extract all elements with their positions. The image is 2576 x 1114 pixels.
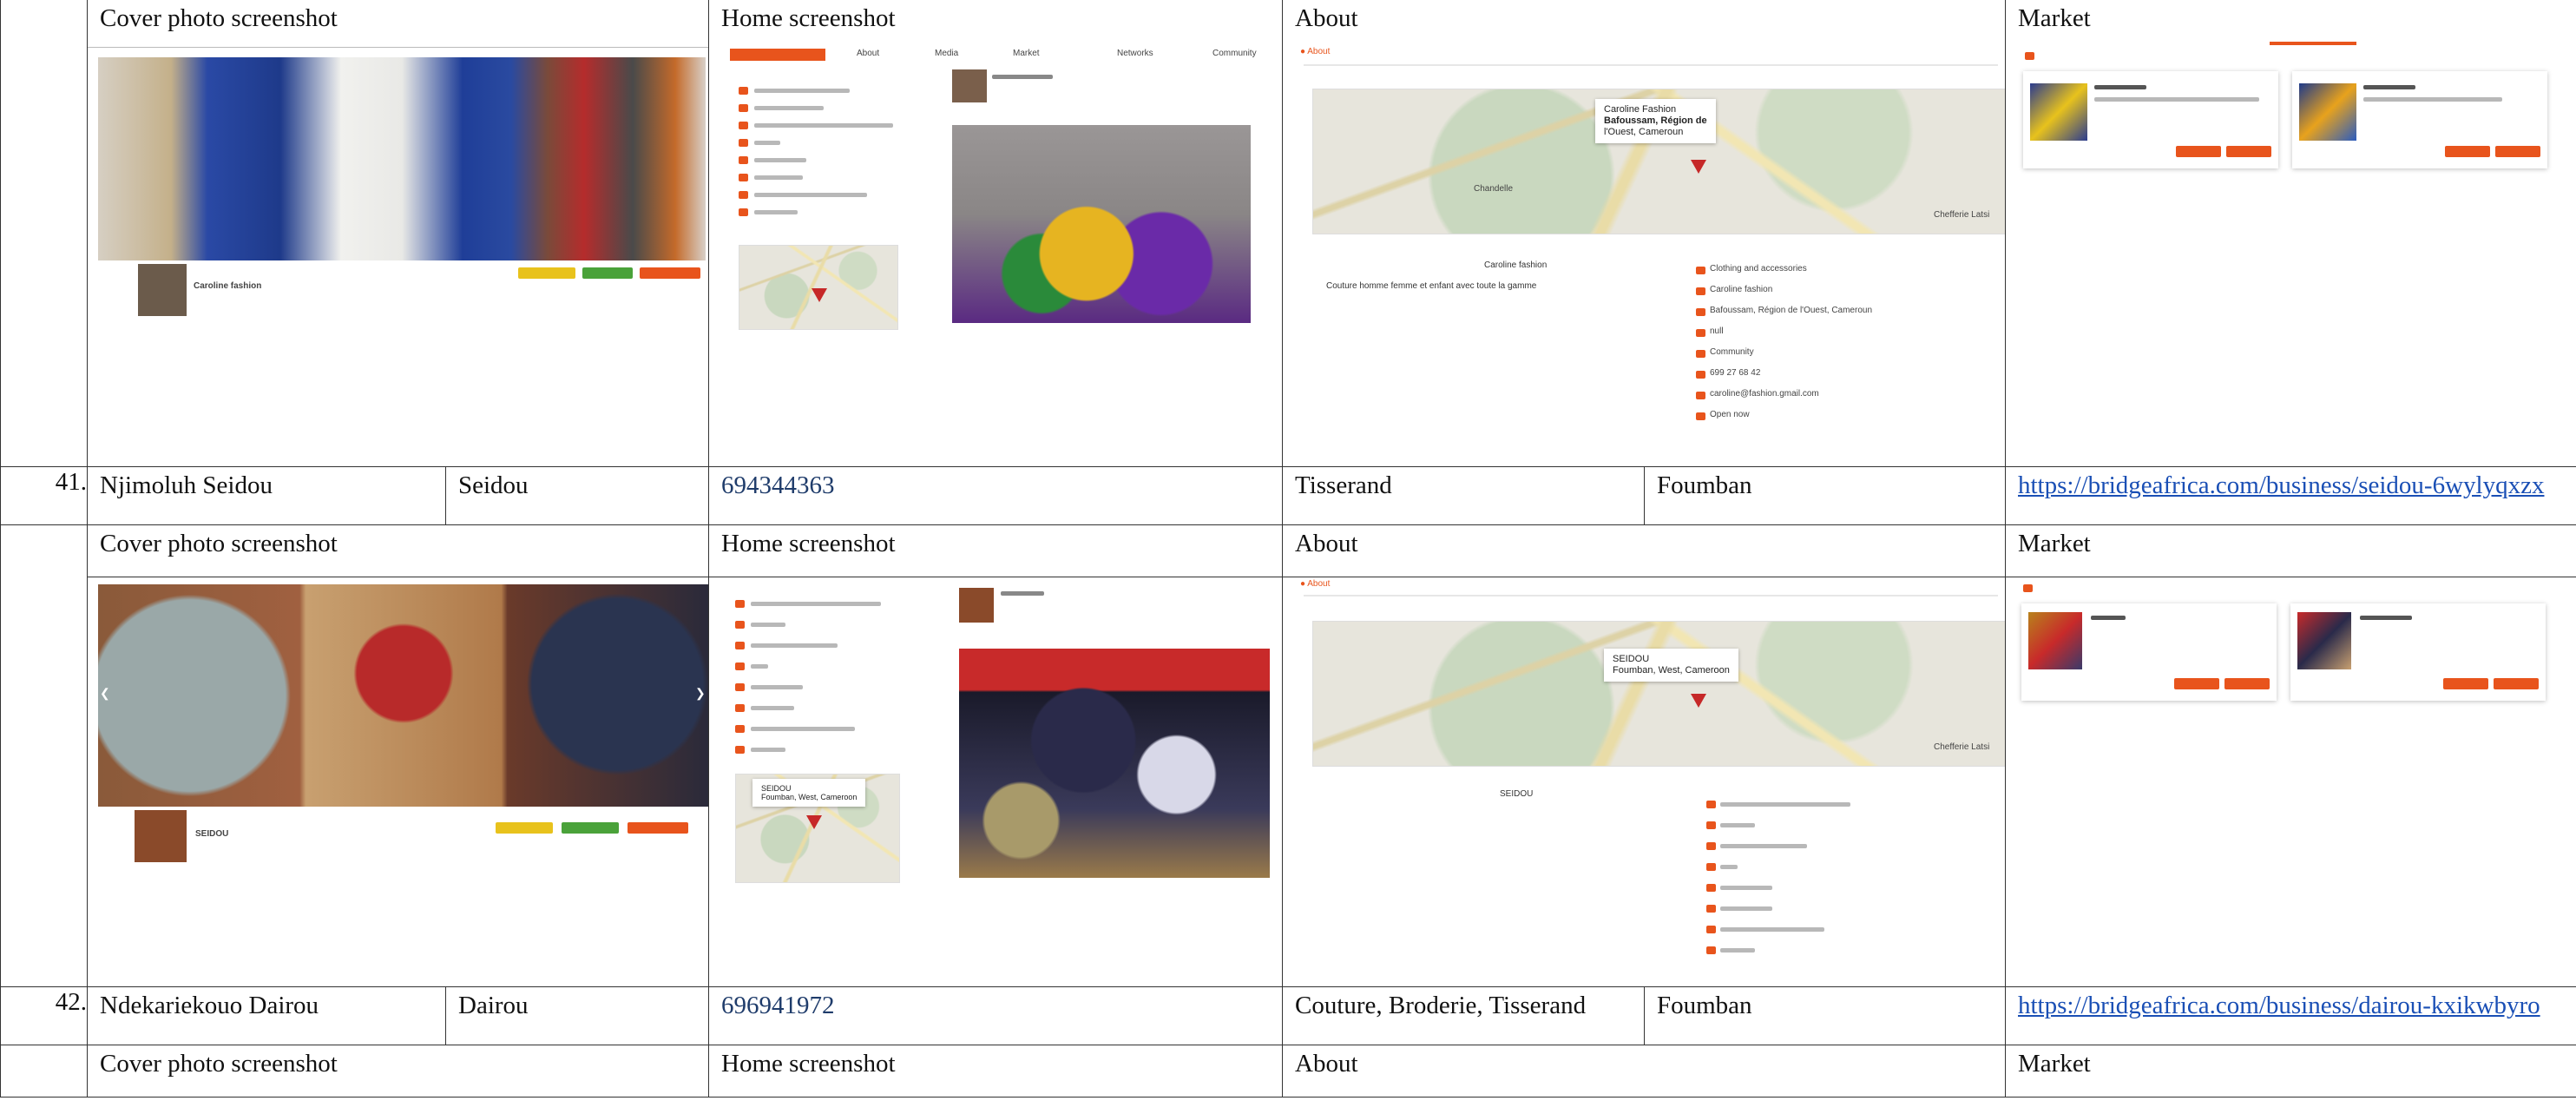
market-screenshot [2006, 577, 2576, 985]
market-product-card-2[interactable] [2292, 71, 2547, 168]
market-cell: Market [2005, 0, 2576, 467]
direction-button[interactable] [640, 267, 700, 279]
short-name: Seidou [458, 471, 529, 499]
full-name: Ndekariekouo Dairou [100, 992, 319, 1019]
screenshot-header-row: Cover photo screenshot Home screenshot A… [0, 1045, 2576, 1098]
home-cell: SEIDOU Foumban, West, Cameroon [708, 577, 1283, 987]
row-number: 41. [0, 466, 88, 525]
trade: Couture, Broderie, Tisserand [1295, 992, 1587, 1019]
home-label: Home screenshot [721, 530, 896, 557]
about-description: Couture homme femme et enfant avec toute… [1326, 281, 1537, 291]
tab-media[interactable]: Media [935, 49, 958, 58]
home-post-photo [959, 649, 1270, 878]
map-callout: SEIDOU Foumban, West, Cameroon [752, 779, 866, 807]
row-number: 42. [0, 986, 88, 1045]
cover-photo-woven-bags [98, 584, 708, 807]
cover-cell: Cover photo screenshot Caroline fashion [87, 0, 709, 467]
market-product-card-2[interactable] [2290, 603, 2546, 701]
business-link[interactable]: https://bridgeafrica.com/business/dairou… [2006, 987, 2576, 1024]
tab-networks[interactable]: Networks [1117, 49, 1153, 58]
tab-home[interactable] [730, 49, 825, 61]
number-cell-empty [0, 0, 88, 467]
screenshot-row: ❮ ❯ SEIDOU SEIDOU Foumban, West, Cameroo… [1, 577, 2576, 987]
tab-about[interactable]: About [857, 49, 879, 58]
tab-community[interactable]: Community [1212, 49, 1257, 58]
about-label: About [1295, 1050, 1358, 1078]
phone-number: 694344363 [721, 471, 835, 499]
about-business-title: SEIDOU [1500, 789, 1534, 799]
city: Foumban [1657, 992, 1752, 1019]
tab-market[interactable]: Market [1013, 49, 1040, 58]
home-label: Home screenshot [721, 1050, 896, 1078]
trade: Tisserand [1295, 471, 1392, 499]
home-cell: Home screenshot About Media Market Netwo… [708, 0, 1283, 467]
market-product-card-1[interactable] [2023, 71, 2278, 168]
market-label: Market [2018, 530, 2091, 557]
about-label: About [1295, 4, 1358, 32]
home-map[interactable] [739, 245, 898, 330]
message-button[interactable] [582, 267, 633, 279]
home-screenshot: SEIDOU Foumban, West, Cameroon [709, 577, 1282, 985]
cover-profile-name: SEIDOU [195, 829, 229, 839]
direction-button[interactable] [628, 822, 688, 834]
cover-profile-name: Caroline fashion [194, 281, 262, 291]
home-screenshot: About Media Market Networks Community [709, 36, 1282, 466]
about-screenshot: ● About SEIDOU Foumban, West, Cameroon Ch… [1283, 577, 2005, 985]
community-button[interactable] [496, 822, 553, 834]
map-callout: Caroline Fashion Bafoussam, Région de l'Ou… [1595, 99, 1716, 143]
about-screenshot: ● About Caroline Fashion Bafoussam, Régio… [1283, 36, 2005, 466]
market-cell [2005, 577, 2576, 987]
market-label: Market [2018, 1050, 2091, 1078]
cover-cell: ❮ ❯ SEIDOU [87, 577, 709, 987]
community-button[interactable] [518, 267, 575, 279]
screenshot-header-row: Cover photo screenshot Home screenshot A… [0, 524, 2576, 987]
cover-label: Cover photo screenshot [100, 4, 338, 32]
screenshot-row-prev: Cover photo screenshot Caroline fashion … [0, 0, 2576, 467]
about-label: About [1295, 530, 1358, 557]
cover-photo-clothing [98, 57, 706, 260]
market-product-card-1[interactable] [2021, 603, 2277, 701]
cover-screenshot: ❮ ❯ SEIDOU [88, 577, 708, 985]
about-map[interactable] [1312, 621, 2005, 767]
message-button[interactable] [562, 822, 619, 834]
table-row: 41. Njimoluh Seidou Seidou 694344363 Tis… [0, 466, 2576, 525]
map-callout: SEIDOU Foumban, West, Cameroon [1604, 649, 1738, 682]
about-cell: About ● About Caroline Fashion Bafoussam,… [1282, 0, 2006, 467]
table-row: 42. Ndekariekouo Dairou Dairou 696941972… [0, 986, 2576, 1045]
home-label: Home screenshot [721, 4, 896, 32]
short-name: Dairou [458, 992, 529, 1019]
city: Foumban [1657, 471, 1752, 499]
about-business-title: Caroline fashion [1484, 260, 1548, 270]
cover-label: Cover photo screenshot [100, 1050, 338, 1078]
business-link[interactable]: https://bridgeafrica.com/business/seidou… [2006, 467, 2576, 504]
market-screenshot [2006, 36, 2576, 466]
home-post-photo-bag [952, 125, 1251, 323]
cover-label: Cover photo screenshot [100, 530, 338, 557]
market-label: Market [2018, 4, 2091, 32]
full-name: Njimoluh Seidou [100, 471, 273, 499]
cover-screenshot: Caroline fashion [88, 36, 708, 466]
phone-number: 696941972 [721, 992, 835, 1019]
about-cell: ● About SEIDOU Foumban, West, Cameroon Ch… [1282, 577, 2006, 987]
